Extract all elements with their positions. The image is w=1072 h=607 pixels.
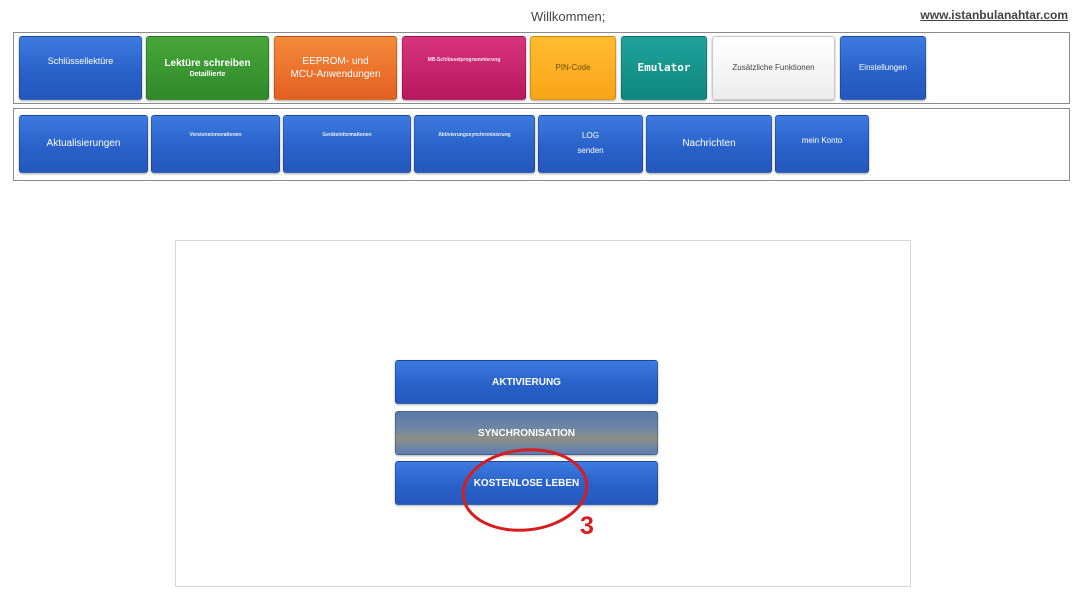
emulator-button[interactable]: Emulator: [621, 36, 707, 100]
activation-sync-label: Aktivierungssynchronisierung: [438, 132, 511, 138]
annotation-step-number: 3: [580, 512, 594, 540]
write-reading-sub: Detaillierte: [189, 71, 226, 79]
emulator-label: Emulator: [637, 60, 691, 74]
my-account-label: mein Konto: [801, 136, 843, 145]
activation-sync-button[interactable]: Aktivierungssynchronisierung: [414, 115, 535, 173]
updates-button[interactable]: Aktualisierungen: [19, 115, 148, 173]
send-log-button[interactable]: LOG senden: [538, 115, 643, 173]
secondary-menu-row: Aktualisierungen Versionsinnovationen Ge…: [13, 108, 1070, 181]
log-sub: senden: [577, 146, 604, 155]
pin-code-label: PIN-Code: [555, 62, 591, 72]
messages-label: Nachrichten: [682, 138, 736, 150]
eeprom-label: EEPROM- und: [302, 55, 369, 67]
my-account-button[interactable]: mein Konto: [775, 115, 869, 173]
site-link[interactable]: www.istanbulanahtar.com: [920, 8, 1068, 22]
content-panel: AKTIVIERUNG SYNCHRONISATION KOSTENLOSE L…: [175, 240, 911, 587]
key-reading-button[interactable]: Schlüssellektüre: [19, 36, 142, 100]
additional-functions-label: Zusätzliche Funktionen: [732, 62, 815, 72]
eeprom-sub: MCU-Anwendungen: [290, 69, 381, 80]
version-innovations-button[interactable]: Versionsinnovationen: [151, 115, 280, 173]
additional-functions-button[interactable]: Zusätzliche Funktionen: [712, 36, 835, 100]
log-label: LOG: [582, 131, 599, 141]
mb-key-programming-button[interactable]: MB-Schlüsselprogrammierung: [402, 36, 526, 100]
main-menu-row: Schlüssellektüre Lektüre schreiben Detai…: [13, 32, 1070, 104]
settings-button[interactable]: Einstellungen: [840, 36, 926, 100]
free-life-button[interactable]: KOSTENLOSE LEBEN: [395, 461, 658, 505]
write-reading-button[interactable]: Lektüre schreiben Detaillierte: [146, 36, 269, 100]
key-reading-label: Schlüssellektüre: [47, 56, 114, 66]
device-info-button[interactable]: Geräteinformationen: [283, 115, 411, 173]
eeprom-mcu-button[interactable]: EEPROM- und MCU-Anwendungen: [274, 36, 397, 100]
activation-button[interactable]: AKTIVIERUNG: [395, 360, 658, 404]
pin-code-button[interactable]: PIN-Code: [530, 36, 616, 100]
updates-label: Aktualisierungen: [46, 138, 121, 150]
write-reading-label: Lektüre schreiben: [164, 57, 251, 69]
welcome-text: Willkommen;: [531, 9, 606, 24]
mb-key-label: MB-Schlüsselprogrammierung: [427, 57, 501, 63]
messages-button[interactable]: Nachrichten: [646, 115, 772, 173]
synchronisation-button[interactable]: SYNCHRONISATION: [395, 411, 658, 455]
version-innovations-label: Versionsinnovationen: [189, 132, 242, 138]
settings-label: Einstellungen: [858, 62, 908, 72]
device-info-label: Geräteinformationen: [322, 132, 372, 138]
